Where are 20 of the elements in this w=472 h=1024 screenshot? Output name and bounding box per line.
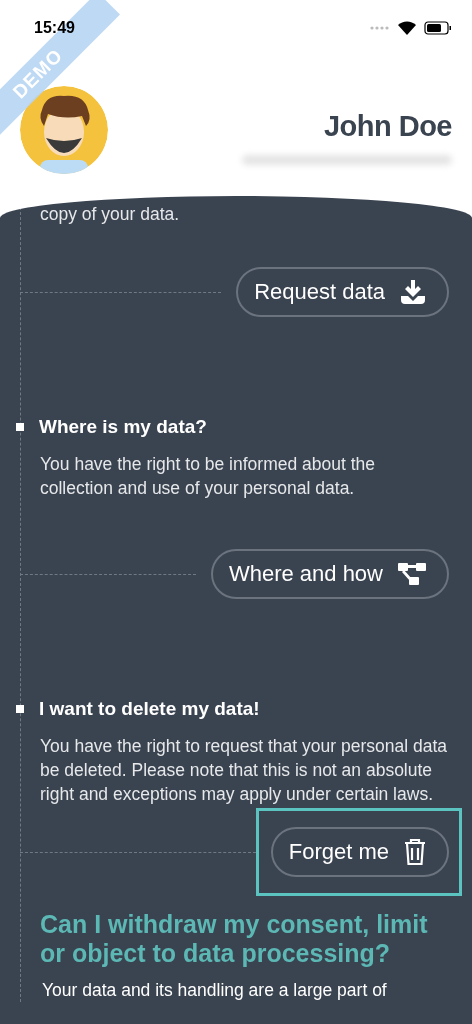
request-data-button[interactable]: Request data: [236, 267, 449, 317]
paragraph: Your data and its handling are a large part of: [42, 979, 388, 1002]
section-heading: Can I withdraw my consent, limit or object to data processing?: [40, 910, 429, 968]
paragraph: You have the right to request that your personal data be deleted. Please note that this is not an absolute right and exceptions may apply under certain laws.: [40, 735, 448, 806]
status-time: 15:49: [34, 19, 75, 37]
signal-icon: [370, 26, 390, 30]
forget-me-button[interactable]: Forget me: [270, 827, 449, 877]
bullet-icon: [16, 423, 24, 431]
network-icon: [397, 561, 427, 587]
battery-icon: [424, 21, 452, 35]
wifi-icon: [398, 21, 416, 35]
where-and-how-button[interactable]: Where and how: [210, 549, 449, 599]
paragraph: You have the right to be informed about the collection and use of your personal data.: [40, 453, 376, 500]
bullet-icon: [16, 705, 24, 713]
download-icon: [399, 278, 427, 306]
section-title: Where is my data?: [39, 416, 207, 438]
trash-icon: [403, 838, 427, 866]
section-title: I want to delete my data!: [39, 698, 260, 720]
paragraph: copy of your data.: [40, 203, 181, 226]
user-name: John Doe: [322, 110, 452, 143]
